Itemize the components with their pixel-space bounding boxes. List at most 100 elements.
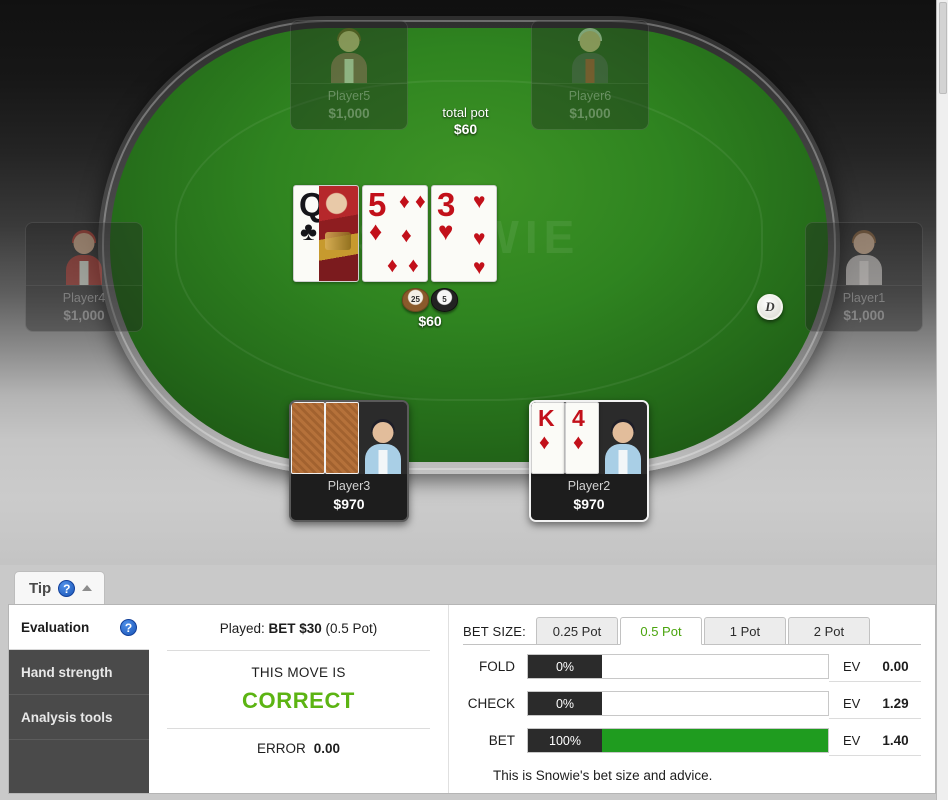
seat-name: Player1 [842, 291, 886, 305]
error-line: ERROR 0.00 [257, 741, 340, 756]
action-name: FOLD [478, 659, 515, 674]
chip-denom: 25 [411, 294, 420, 304]
card-pip: ♦ [399, 190, 410, 213]
seat-info-player5: Player5 $1,000 [291, 83, 407, 129]
betsize-row: BET SIZE: 0.25 Pot 0.5 Pot 1 Pot 2 Pot [463, 617, 921, 645]
seat-stack: $970 [573, 496, 605, 512]
betsize-tab-2-pot[interactable]: 2 Pot [787, 617, 870, 645]
ev-value: 1.29 [882, 695, 909, 711]
nav-item-analysis-tools[interactable]: Analysis tools [9, 695, 149, 740]
action-row-bet: BET 100% EV 1.40 [463, 725, 921, 756]
dealer-button-icon: D [757, 294, 783, 320]
card-pip: ♥ [473, 256, 486, 279]
seat-player5[interactable]: Player5 $1,000 [290, 20, 408, 130]
divider [167, 728, 430, 729]
nav-item-evaluation[interactable]: Evaluation ? [9, 605, 162, 650]
chip-denom: 5 [442, 294, 447, 304]
seat-name: Player2 [567, 479, 611, 493]
pot-amount: $60 [418, 313, 442, 329]
card-rank: K [538, 405, 555, 431]
action-ev: EV 1.29 [829, 688, 921, 719]
betsize-label: BET SIZE: [463, 624, 526, 639]
seat-player2-hero[interactable]: K ♦ 4 ♦ Player2 $970 [529, 400, 649, 522]
played-line: Played: BET $30 (0.5 Pot) [220, 619, 378, 638]
seat-player1[interactable]: Player1 $1,000 [805, 222, 923, 332]
player3-hole-cards [291, 402, 359, 474]
total-pot-label: total pot [442, 105, 489, 120]
betsize-tab-1-pot[interactable]: 1 Pot [703, 617, 786, 645]
hole-card-2: 4 ♦ [565, 402, 599, 474]
divider [167, 650, 430, 651]
seat-stack: $1,000 [569, 106, 611, 121]
played-suffix: (0.5 Pot) [321, 621, 378, 636]
played-action: BET $30 [268, 621, 322, 636]
avatar-player1 [806, 223, 922, 285]
action-percent: 0% [528, 655, 602, 678]
ev-label: EV [843, 695, 861, 711]
seat-stack: $1,000 [843, 308, 885, 323]
avatar-player2 [603, 416, 643, 474]
nav-label: Evaluation [21, 619, 90, 635]
scrollbar-thumb[interactable] [939, 2, 947, 94]
card-pip: ♥ [473, 190, 486, 213]
seat-info-player6: Player6 $1,000 [532, 83, 648, 129]
tip-tab[interactable]: Tip ? [14, 571, 106, 604]
help-icon[interactable]: ? [120, 618, 137, 636]
chip-5: 5 [431, 288, 458, 312]
seat-stack: $970 [333, 496, 365, 512]
nav-item-hand-strength[interactable]: Hand strength [9, 650, 149, 695]
card-suit: ♦ [539, 431, 550, 454]
seat-stack: $1,000 [63, 308, 105, 323]
action-ev: EV 0.00 [829, 651, 921, 682]
move-verdict: CORRECT [242, 688, 355, 713]
action-bar: 0% [527, 654, 829, 679]
seat-name: Player5 [327, 89, 371, 103]
poker-table-area: SNOWIE Player5 $1,000 Pla [0, 0, 936, 565]
ev-value: 1.40 [882, 732, 909, 748]
seat-player2-info: Player2 $970 [531, 474, 647, 520]
card-suit: ♦ [369, 216, 383, 246]
move-label: THIS MOVE IS [251, 665, 346, 680]
seat-info-player1: Player1 $1,000 [806, 285, 922, 331]
card-suit: ♦ [573, 431, 584, 454]
seat-player4[interactable]: Player4 $1,000 [25, 222, 143, 332]
seat-player6[interactable]: Player6 $1,000 [531, 20, 649, 130]
board-card-3: 3 ♥ ♥ ♥ ♥ [431, 185, 497, 282]
seat-player3[interactable]: Player3 $970 [289, 400, 409, 522]
board-card-1: Q ♣ [293, 185, 359, 282]
player2-hole-cards: K ♦ 4 ♦ [531, 402, 599, 474]
card-back [325, 402, 359, 474]
betsize-tab-0.25-pot[interactable]: 0.25 Pot [535, 617, 618, 645]
card-suit: ♣ [300, 216, 318, 246]
action-row-fold: FOLD 0% EV 0.00 [463, 651, 921, 682]
action-fill-track [602, 692, 828, 715]
error-value: 0.00 [313, 741, 341, 756]
action-percent: 100% [528, 729, 602, 752]
action-fill-track [602, 655, 828, 678]
card-pip: ♦ [408, 254, 419, 277]
nav-label: Hand strength [21, 664, 113, 680]
action-row-check: CHECK 0% EV 1.29 [463, 688, 921, 719]
action-name: BET [488, 733, 515, 748]
chevron-up-icon[interactable] [82, 585, 93, 591]
avatar-player5 [291, 21, 407, 83]
card-pip: ♥ [473, 227, 486, 250]
seat-stack: $1,000 [328, 106, 370, 121]
card-rank: 4 [572, 405, 585, 431]
hole-card-1: K ♦ [531, 402, 565, 474]
betsize-tab-0.5-pot[interactable]: 0.5 Pot [619, 617, 702, 645]
action-percent: 0% [528, 692, 602, 715]
ev-value: 0.00 [882, 658, 909, 674]
evaluation-panel: Evaluation ? Hand strength Analysis tool… [8, 604, 936, 794]
card-suit: ♥ [438, 216, 454, 246]
help-icon[interactable]: ? [58, 579, 76, 597]
ev-label: EV [843, 732, 861, 748]
total-pot-value: $60 [453, 121, 478, 137]
evaluation-summary: Played: BET $30 (0.5 Pot) THIS MOVE IS C… [149, 605, 449, 793]
seat-player3-info: Player3 $970 [291, 474, 407, 520]
avatar-player4 [26, 223, 142, 285]
vertical-scrollbar[interactable] [936, 0, 948, 800]
seat-name: Player6 [568, 89, 612, 103]
seat-name: Player4 [62, 291, 106, 305]
avatar-player3 [363, 416, 403, 474]
